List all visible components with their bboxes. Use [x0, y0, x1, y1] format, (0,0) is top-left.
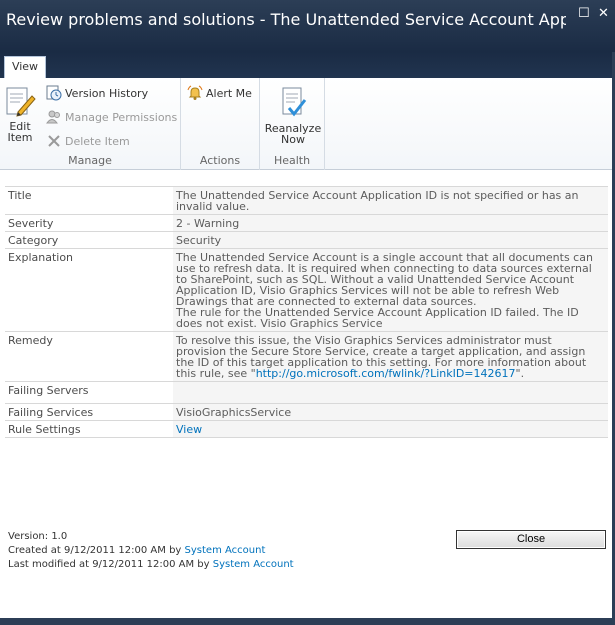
field-label-title: Title — [5, 186, 173, 215]
delete-item-icon — [48, 135, 60, 147]
edit-item-icon — [6, 87, 36, 117]
table-row: Category Security — [5, 231, 608, 249]
reanalyze-now-icon — [282, 87, 307, 117]
reanalyze-now-button[interactable]: Reanalyze Now — [264, 86, 322, 145]
modified-by-link[interactable]: System Account — [213, 559, 294, 570]
close-button[interactable]: Close — [456, 530, 606, 549]
field-value-failing-servers — [173, 381, 608, 404]
ribbon-tab-row: View — [0, 52, 615, 78]
field-label-failing-servers: Failing Servers — [5, 381, 173, 404]
field-value-explanation: The Unattended Service Account is a sing… — [173, 248, 608, 332]
window-border-bottom — [0, 618, 615, 625]
field-value-severity: 2 - Warning — [173, 214, 608, 232]
remedy-text-suffix: ". — [515, 367, 525, 380]
manage-permissions-label: Manage Permissions — [65, 110, 178, 124]
dialog-titlebar: Review problems and solutions - The Unat… — [0, 0, 615, 52]
remedy-link[interactable]: http://go.microsoft.com/fwlink/?LinkID=1… — [256, 367, 516, 380]
field-label-failing-services: Failing Services — [5, 403, 173, 421]
version-text: Version: 1.0 — [8, 531, 68, 542]
modified-text: Last modified at 9/12/2011 12:00 AM by S… — [8, 558, 294, 572]
field-label-category: Category — [5, 231, 173, 249]
dialog-title: Review problems and solutions - The Unat… — [6, 10, 566, 29]
ribbon: Edit Item Version History Manage Permiss… — [0, 78, 615, 170]
edit-item-button[interactable]: Edit Item — [2, 86, 38, 143]
created-by-link[interactable]: System Account — [185, 545, 266, 556]
delete-item-button[interactable]: Delete Item — [46, 133, 130, 149]
ribbon-group-health: Reanalyze Now Health — [260, 78, 325, 170]
properties-table: Title The Unattended Service Account App… — [5, 186, 608, 438]
table-row: Rule Settings View — [5, 420, 608, 438]
group-label-manage: Manage — [68, 154, 112, 167]
manage-permissions-icon — [46, 110, 60, 124]
explanation-paragraph-2: The rule for the Unattended Service Acco… — [176, 306, 579, 330]
field-label-severity: Severity — [5, 214, 173, 232]
explanation-paragraph-1: The Unattended Service Account is a sing… — [176, 251, 593, 308]
delete-item-label: Delete Item — [65, 134, 130, 148]
reanalyze-now-label-2: Now — [281, 133, 305, 146]
close-icon[interactable]: ✕ — [598, 6, 609, 21]
alert-me-icon — [187, 85, 203, 100]
alert-me-label: Alert Me — [206, 86, 252, 100]
field-value-remedy: To resolve this issue, the Visio Graphic… — [173, 331, 608, 382]
table-row: Failing Servers — [5, 381, 608, 404]
field-value-failing-services: VisioGraphicsService — [173, 403, 608, 421]
group-label-actions: Actions — [199, 154, 241, 167]
created-text: Created at 9/12/2011 12:00 AM by System … — [8, 544, 294, 558]
edit-item-label-2: Item — [7, 131, 33, 144]
version-history-button[interactable]: Version History — [46, 85, 148, 101]
group-label-health: Health — [273, 154, 311, 167]
table-row: Explanation The Unattended Service Accou… — [5, 248, 608, 332]
field-label-explanation: Explanation — [5, 248, 173, 332]
created-prefix: Created at 9/12/2011 12:00 AM by — [8, 545, 185, 556]
field-value-rule-settings: View — [173, 420, 608, 438]
version-history-label: Version History — [65, 86, 149, 100]
field-value-title: The Unattended Service Account Applicati… — [173, 186, 608, 215]
field-label-rule-settings: Rule Settings — [5, 420, 173, 438]
manage-permissions-button[interactable]: Manage Permissions — [46, 109, 177, 125]
item-metadata-footer: Version: 1.0 Created at 9/12/2011 12:00 … — [8, 530, 294, 572]
alert-me-button[interactable]: Alert Me — [187, 85, 252, 101]
maximize-icon[interactable]: ☐ — [578, 6, 590, 21]
tab-view[interactable]: View — [4, 56, 46, 78]
rule-settings-view-link[interactable]: View — [176, 423, 202, 436]
modified-prefix: Last modified at 9/12/2011 12:00 AM by — [8, 559, 213, 570]
field-label-remedy: Remedy — [5, 331, 173, 382]
table-row: Title The Unattended Service Account App… — [5, 186, 608, 215]
table-row: Severity 2 - Warning — [5, 214, 608, 232]
field-value-category: Security — [173, 231, 608, 249]
table-row: Remedy To resolve this issue, the Visio … — [5, 331, 608, 382]
ribbon-group-actions: Alert Me Actions — [181, 78, 260, 170]
table-row: Failing Services VisioGraphicsService — [5, 403, 608, 421]
ribbon-group-manage: Edit Item Version History Manage Permiss… — [0, 78, 181, 170]
version-history-icon — [46, 85, 62, 101]
